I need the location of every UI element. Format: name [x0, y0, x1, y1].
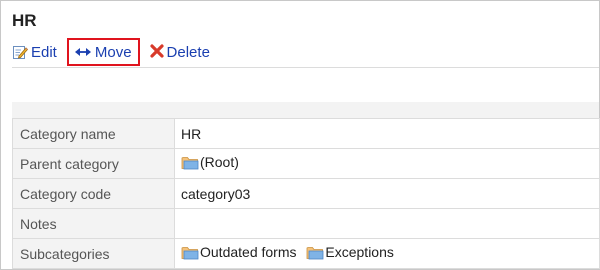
edit-label: Edit — [31, 43, 57, 61]
subcategory-link-exceptions[interactable]: Exceptions — [306, 244, 394, 261]
move-label: Move — [94, 43, 132, 61]
notes-value — [174, 208, 600, 239]
category-details-table: Category name HR Parent category (Root) … — [12, 118, 600, 269]
table-row: Category name HR — [12, 118, 600, 149]
section-band — [12, 102, 599, 118]
delete-button[interactable]: Delete — [149, 43, 210, 61]
row-label-subcategories: Subcategories — [12, 238, 175, 269]
row-label-category-code: Category code — [12, 178, 175, 209]
subcategory-label: Exceptions — [325, 244, 394, 261]
move-button[interactable]: Move — [66, 38, 140, 66]
table-row: Category code category03 — [12, 178, 600, 209]
table-row: Parent category (Root) — [12, 148, 600, 179]
category-details-panel: HR Edit Move Delete Category name HR Par… — [0, 0, 600, 270]
delete-x-icon — [149, 44, 164, 60]
row-label-category-name: Category name — [12, 118, 175, 149]
category-code-value: category03 — [174, 178, 600, 209]
parent-category-link[interactable]: (Root) — [181, 154, 239, 170]
edit-icon — [12, 44, 29, 60]
folder-icon — [181, 246, 199, 260]
divider — [12, 67, 599, 68]
delete-label: Delete — [166, 43, 210, 61]
parent-category-value: (Root) — [174, 148, 600, 179]
folder-icon — [181, 156, 199, 170]
page-title: HR — [12, 11, 37, 30]
subcategories-value: Outdated forms Exceptions — [174, 238, 600, 269]
folder-icon — [306, 246, 324, 260]
move-arrows-icon — [74, 44, 92, 60]
row-label-parent-category: Parent category — [12, 148, 175, 179]
row-label-notes: Notes — [12, 208, 175, 239]
toolbar: Edit Move Delete — [12, 37, 210, 67]
subcategory-link-outdated-forms[interactable]: Outdated forms — [181, 244, 297, 260]
table-row: Notes — [12, 208, 600, 239]
subcategory-label: Outdated forms — [200, 244, 297, 261]
edit-button[interactable]: Edit — [12, 44, 57, 61]
parent-category-label: (Root) — [200, 154, 239, 171]
category-name-value: HR — [174, 118, 600, 149]
table-row: Subcategories Outdated forms Exceptions — [12, 238, 600, 269]
